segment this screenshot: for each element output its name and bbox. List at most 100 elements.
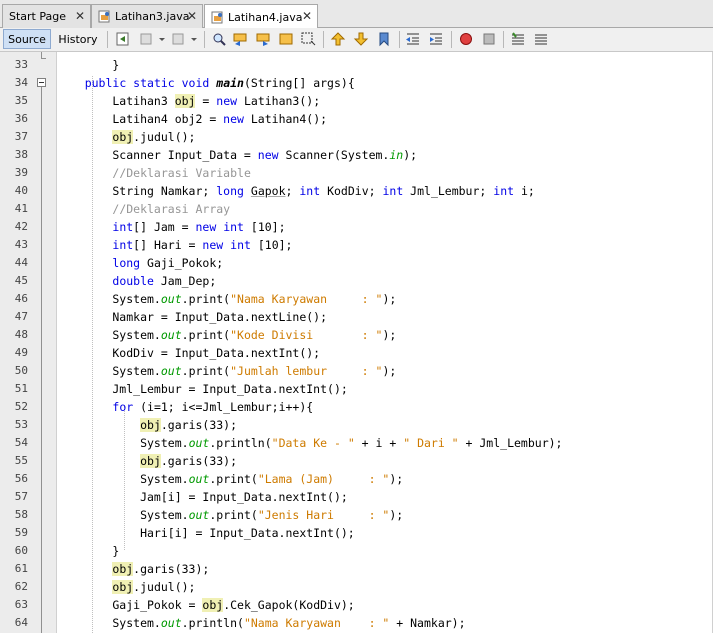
line-number: 48 [14,328,28,341]
tab-label: Start Page [9,10,66,23]
line-number: 42 [14,220,28,233]
close-icon[interactable]: ✕ [187,9,197,23]
line-number: 40 [14,184,28,197]
tab-latihan3[interactable]: Latihan3.java ✕ [91,4,203,28]
code-line: KodDiv = Input_Data.nextInt(); [57,346,321,360]
line-number: 41 [14,202,28,215]
line-number: 49 [14,346,28,359]
code-line: obj.garis(33); [140,454,238,468]
chevron-down-icon[interactable] [158,31,166,47]
uncomment-icon[interactable] [533,31,549,47]
code-line: //Deklarasi Variable [112,166,251,180]
fold-collapse-icon[interactable] [37,78,46,87]
editor-toolbar: Source History [0,28,713,52]
java-file-icon [211,11,224,24]
line-number: 57 [14,490,28,503]
code-line: String Namkar; long Gapok; int KodDiv; i… [57,184,535,198]
line-number: 64 [14,616,28,629]
source-button[interactable]: Source [3,29,51,49]
last-edit-icon[interactable] [115,31,131,47]
toggle-bookmark-icon[interactable] [376,31,392,47]
line-number: 63 [14,598,28,611]
rectangular-selection-icon[interactable] [300,31,316,47]
chevron-down-icon[interactable] [190,31,198,47]
history-button[interactable]: History [55,29,101,49]
code-line: int[] Hari = new int [10]; [112,238,293,252]
code-area[interactable]: } public static void main(String[] args)… [57,52,713,633]
forward-icon[interactable] [170,31,186,47]
code-line: obj.judul(); [112,580,196,594]
tab-start-page[interactable]: Start Page ✕ [2,4,91,28]
fold-end-marker [41,58,46,59]
line-number: 58 [14,508,28,521]
code-line: System.out.println("Data Ke - " + i + " … [57,436,563,450]
code-line: System.out.print("Jenis Hari : "); [57,508,404,522]
line-number: 37 [14,130,28,143]
code-line: System.out.print("Lama (Jam) : "); [57,472,404,486]
find-next-icon[interactable] [255,31,271,47]
start-macro-icon[interactable] [458,31,474,47]
previous-bookmark-icon[interactable] [330,31,346,47]
code-line: Latihan3 obj = new Latihan3(); [57,94,321,108]
stop-macro-icon[interactable] [481,31,497,47]
code-editor[interactable]: 33 34 35 36 37 38 39 40 41 42 43 44 45 46 47 48 49 50 51 52… [0,52,713,633]
code-line: System.out.print("Jumlah lembur : "); [57,364,397,378]
code-line: double Jam_Dep; [112,274,217,288]
toggle-highlight-icon[interactable] [278,31,294,47]
code-line: obj.garis(33); [140,418,238,432]
line-number: 54 [14,436,28,449]
close-icon[interactable]: ✕ [75,9,85,23]
line-number: 52 [14,400,28,413]
line-number: 33 [14,58,28,71]
editor-tab-bar: Start Page ✕ Latihan3.java ✕ Latihan4.ja… [0,0,713,29]
line-number: 53 [14,418,28,431]
code-line: System.out.print("Nama Karyawan : "); [57,292,397,306]
code-line: Namkar = Input_Data.nextLine(); [57,310,328,324]
line-number: 62 [14,580,28,593]
java-file-icon [98,10,111,23]
line-number: 56 [14,472,28,485]
tab-latihan4[interactable]: Latihan4.java ✕ [204,4,318,29]
code-line: Scanner Input_Data = new Scanner(System.… [57,148,418,162]
tab-label: Latihan4.java [228,10,303,24]
line-number-gutter: 33 34 35 36 37 38 39 40 41 42 43 44 45 46 47 48 49 50 51 52… [0,52,57,633]
code-line: Gaji_Pokok = obj.Cek_Gapok(KodDiv); [57,598,355,612]
close-icon[interactable]: ✕ [302,9,312,23]
code-line: System.out.println("Nama Karyawan : " + … [57,616,466,630]
line-number: 47 [14,310,28,323]
code-line: public static void main(String[] args){ [84,76,355,90]
line-number: 59 [14,526,28,539]
comment-icon[interactable] [510,31,526,47]
code-line: } [57,58,120,72]
line-number: 39 [14,166,28,179]
line-number: 44 [14,256,28,269]
line-number: 51 [14,382,28,395]
fold-line [41,87,42,633]
find-previous-icon[interactable] [232,31,248,47]
back-icon[interactable] [138,31,154,47]
line-number: 45 [14,274,28,287]
line-number: 50 [14,364,28,377]
code-line: for (i=1; i<=Jml_Lembur;i++){ [112,400,314,414]
code-line: Latihan4 obj2 = new Latihan4(); [57,112,328,126]
code-line: obj.judul(); [112,130,196,144]
shift-left-icon[interactable] [405,31,421,47]
line-number: 43 [14,238,28,251]
shift-right-icon[interactable] [428,31,444,47]
tab-label: Latihan3.java [115,10,190,23]
line-number: 55 [14,454,28,467]
line-number: 46 [14,292,28,305]
search-icon[interactable] [211,31,227,47]
code-line: obj.garis(33); [112,562,210,576]
line-number: 61 [14,562,28,575]
line-number: 35 [14,94,28,107]
line-number: 38 [14,148,28,161]
line-number: 34 [14,76,28,89]
line-number: 60 [14,544,28,557]
code-line: //Deklarasi Array [112,202,231,216]
code-line: } [57,544,120,558]
code-line: int[] Jam = new int [10]; [112,220,286,234]
next-bookmark-icon[interactable] [353,31,369,47]
code-line: Jml_Lembur = Input_Data.nextInt(); [57,382,348,396]
line-number: 36 [14,112,28,125]
